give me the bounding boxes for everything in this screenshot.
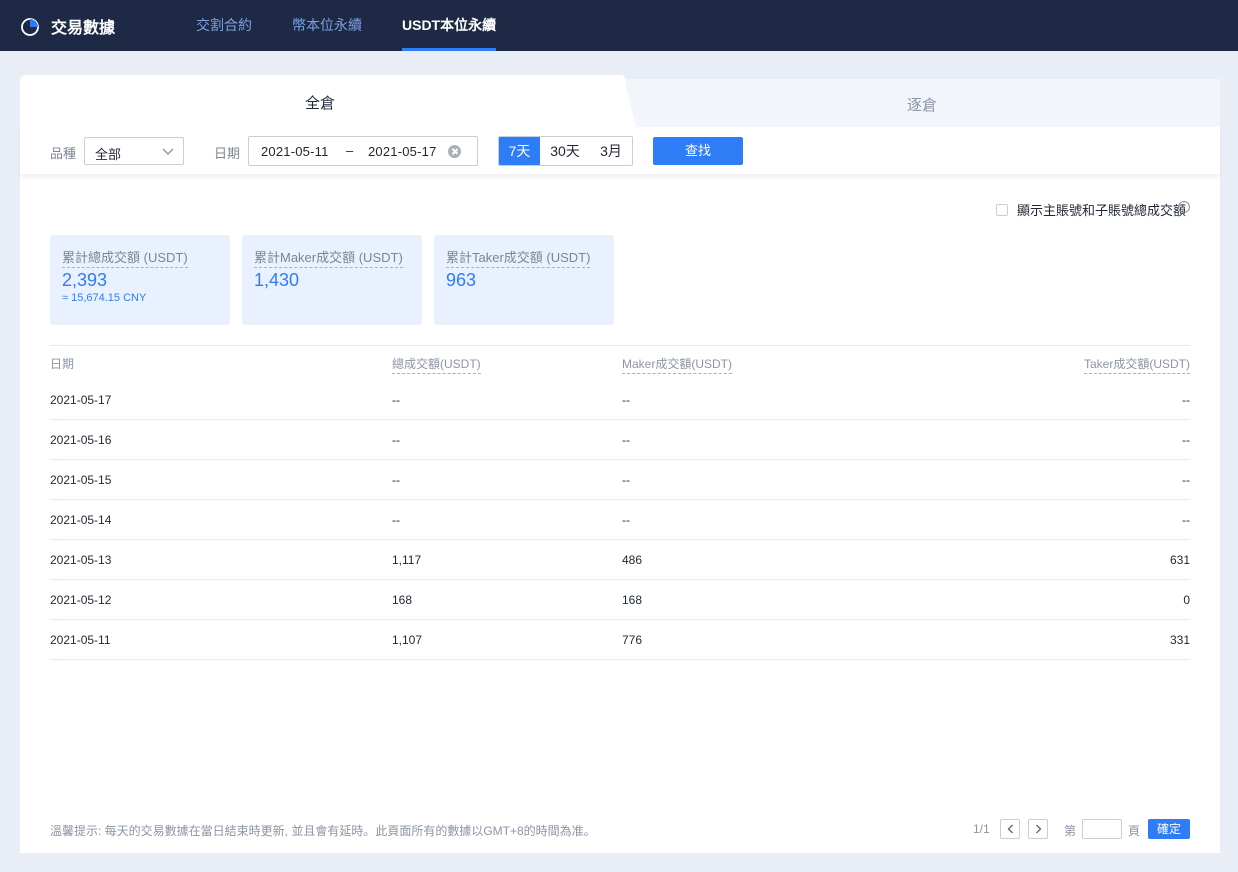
table-row: 2021-05-15 -- -- -- [50,460,1190,500]
cell-maker: -- [622,473,630,487]
cell-taker: 631 [1169,553,1190,567]
cell-total: -- [392,513,400,527]
table-top-divider [50,345,1190,346]
app-title: 交易數據 [51,20,116,37]
info-icon[interactable]: i [1178,201,1190,213]
show-all-accounts-checkbox[interactable] [996,203,1008,216]
product-select[interactable]: 全部 [84,137,184,165]
range-3m-button[interactable]: 3月 [590,137,632,165]
cell-maker: -- [622,433,630,447]
cell-taker: -- [1182,433,1190,447]
maker-volume-card: 累計Maker成交額 (USDT) 1,430 [242,235,422,325]
table-row: 2021-05-13 1,117 486 631 [50,540,1190,580]
taker-volume-value: 963 [446,270,477,290]
next-page-button[interactable] [1028,819,1048,839]
cell-date: 2021-05-12 [50,593,112,607]
cell-taker: -- [1182,513,1190,527]
cell-date: 2021-05-11 [50,633,111,647]
top-nav-bar: 交易數據 交割合約 幣本位永續 USDT本位永續 [0,0,1238,51]
cell-taker: 331 [1169,633,1190,647]
cell-date: 2021-05-13 [50,553,112,567]
date-start[interactable]: 2021-05-11 [261,144,329,159]
product-label: 品種 [50,146,77,161]
maker-volume-value: 1,430 [254,270,300,290]
table-row: 2021-05-16 -- -- -- [50,420,1190,460]
page-prefix: 第 [1064,824,1077,838]
column-header-total: 總成交額(USDT) [392,355,481,374]
brand[interactable]: 交易數據 [20,14,115,38]
date-separator: – [346,143,354,158]
nav-coin-margined-perpetual[interactable]: 幣本位永續 [292,0,362,51]
pie-chart-icon [21,17,39,36]
chevron-down-icon [162,148,174,155]
cell-total: -- [392,393,400,407]
cell-total: -- [392,473,400,487]
range-segmented-control: 7天 30天 3月 [498,136,633,166]
footnote: 溫馨提示: 每天的交易數據在當日結束時更新, 並且會有延時。此頁面所有的數據以G… [50,824,596,838]
taker-volume-card: 累計Taker成交額 (USDT) 963 [434,235,614,325]
cell-date: 2021-05-15 [50,473,112,487]
date-end[interactable]: 2021-05-17 [368,144,437,159]
cell-taker: -- [1182,473,1190,487]
range-7d-button[interactable]: 7天 [499,137,540,165]
date-range-picker[interactable]: 2021-05-11 – 2021-05-17 [248,136,478,166]
nav-usdt-margined-perpetual[interactable]: USDT本位永續 [402,0,497,51]
chevron-left-icon [1007,824,1013,834]
clear-date-icon[interactable] [448,145,461,158]
tab-cross[interactable]: 全倉 [20,92,620,113]
cell-date: 2021-05-14 [50,513,112,527]
cell-taker: 0 [1183,593,1190,607]
cell-maker: -- [622,513,630,527]
column-header-maker: Maker成交額(USDT) [622,355,732,374]
column-header-taker: Taker成交額(USDT) [1083,355,1190,374]
taker-volume-label: 累計Taker成交額 (USDT) [446,247,591,268]
tab-isolated[interactable]: 逐倉 [624,94,1220,115]
cell-total: 1,117 [392,553,422,567]
cell-maker: 168 [622,593,643,607]
cell-total: 168 [392,593,413,607]
page-number-input[interactable] [1082,819,1122,839]
table-row: 2021-05-12 168 168 0 [50,580,1190,620]
total-volume-value: 2,393 [62,270,108,290]
maker-volume-label: 累計Maker成交額 (USDT) [254,247,403,268]
total-volume-label: 累計總成交額 (USDT) [62,247,188,268]
product-select-value: 全部 [95,147,122,162]
page-indicator: 1/1 [973,822,990,836]
show-all-accounts-label: 顯示主賬號和子賬號總成交額 [1017,203,1187,218]
chevron-right-icon [1036,824,1042,834]
cell-date: 2021-05-17 [50,393,112,407]
search-button[interactable]: 查找 [653,137,743,165]
cell-total: 1,107 [392,633,423,647]
prev-page-button[interactable] [1000,819,1020,839]
show-all-accounts-toggle[interactable]: 顯示主賬號和子賬號總成交額 [996,200,1186,219]
range-30d-button[interactable]: 30天 [540,137,590,165]
table-row: 2021-05-14 -- -- -- [50,500,1190,540]
cell-date: 2021-05-16 [50,433,112,447]
nav-delivery-contracts[interactable]: 交割合約 [196,0,252,51]
table-row: 2021-05-11 1,107 776 331 [50,620,1190,660]
cell-maker: 486 [622,553,643,567]
cell-total: -- [392,433,400,447]
date-label: 日期 [214,146,241,161]
column-header-date: 日期 [50,357,75,371]
page-confirm-button[interactable]: 確定 [1148,819,1190,839]
total-volume-card: 累計總成交額 (USDT) 2,393 ≈ 15,674.15 CNY [50,235,230,325]
cell-maker: 776 [622,633,643,647]
total-volume-cny: ≈ 15,674.15 CNY [62,292,147,304]
cell-taker: -- [1182,393,1190,407]
page-suffix: 頁 [1128,824,1141,838]
cell-maker: -- [622,393,630,407]
table-row: 2021-05-17 -- -- -- [50,380,1190,420]
